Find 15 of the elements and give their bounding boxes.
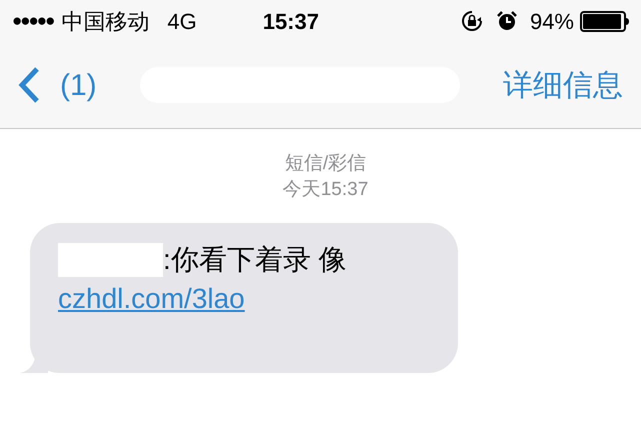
message-text: :你看下着录 像: [163, 243, 347, 277]
message-link[interactable]: czhdl.com/3lao: [58, 281, 245, 317]
carrier-name: 中国移动: [61, 8, 150, 36]
service-label: 短信/彩信: [284, 152, 366, 176]
signal-strength: ●●●●●: [12, 10, 54, 32]
back-button[interactable]: (1): [18, 62, 97, 108]
message-timestamp: 今天15:37: [282, 178, 368, 202]
back-chevron-icon: [18, 66, 40, 104]
rotation-lock-icon: [460, 9, 484, 33]
clock-time: 15:37: [262, 8, 319, 36]
network-type: 4G: [167, 8, 197, 36]
alarm-clock-icon: [496, 10, 518, 32]
details-button[interactable]: 详细信息: [503, 62, 623, 108]
battery-icon: [580, 10, 629, 32]
battery-percentage: 94%: [530, 8, 574, 36]
